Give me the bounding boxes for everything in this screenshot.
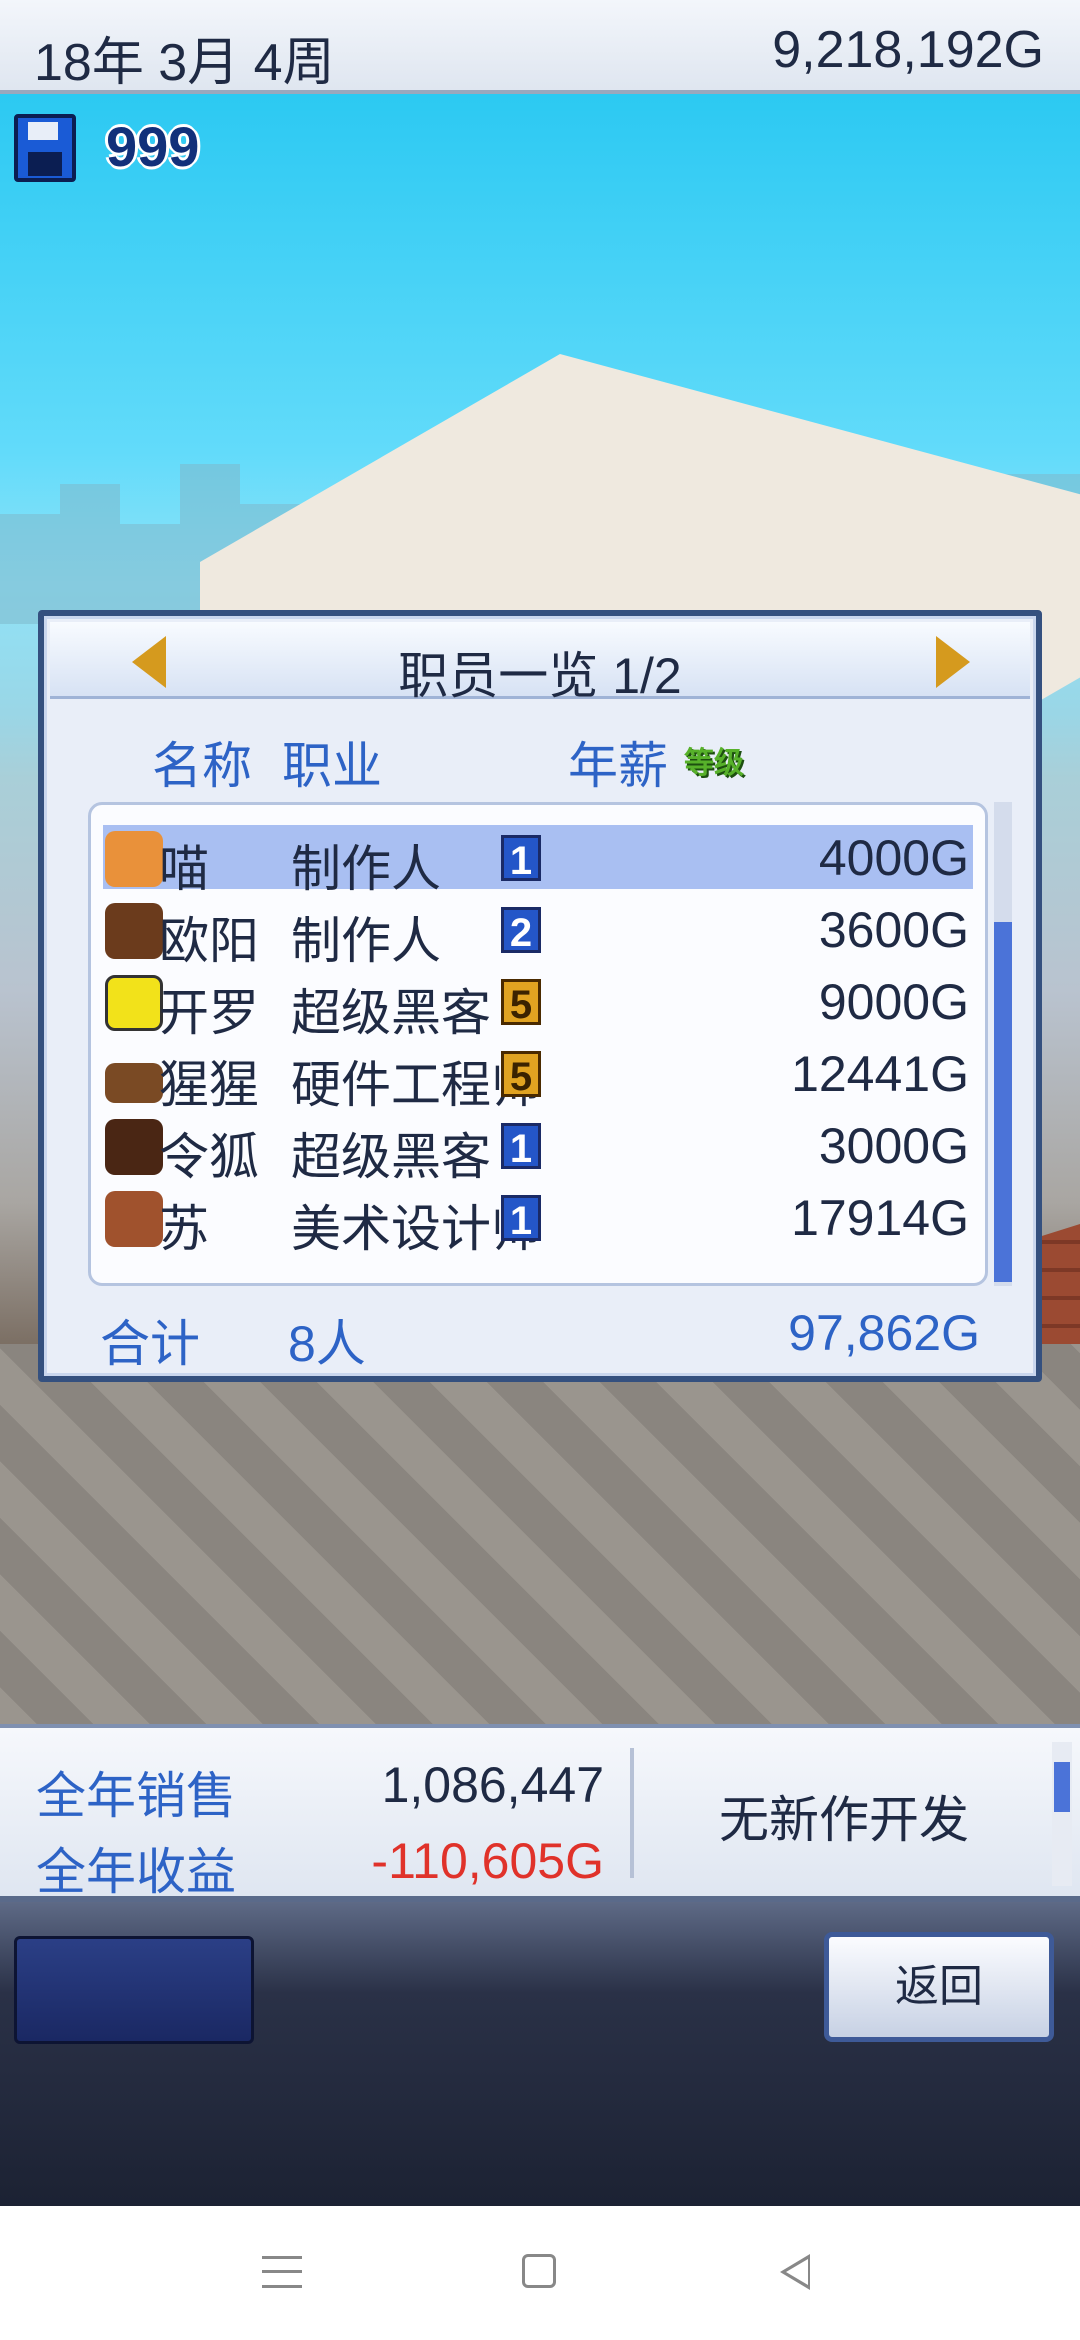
employee-level: 1 — [501, 1195, 541, 1243]
employee-row[interactable]: 开罗 超级黑客 5 9000G — [103, 969, 973, 1041]
save-count: 999 — [106, 115, 200, 178]
funds: 9,218,192G — [772, 21, 1044, 79]
employee-salary: 3000G — [818, 1118, 969, 1174]
bottom-command-bar: 返回 — [0, 1902, 1080, 2206]
employee-name: 开罗 — [159, 985, 259, 1041]
employee-list-panel: 职员一览 1/2 名称 职业 等级 年薪 喵 制作人 1 4000G 欧阳 制作… — [38, 610, 1042, 1382]
command-slot[interactable] — [14, 1936, 254, 2044]
system-navigation-bar — [0, 2206, 1080, 2340]
total-count: 8人 — [288, 1316, 366, 1372]
game-date: 18年 3月 4周 — [34, 34, 335, 92]
column-level: 等级 — [684, 747, 744, 780]
employee-level: 5 — [501, 979, 541, 1027]
man-avatar-icon — [105, 903, 163, 959]
employee-name: 喵 — [159, 841, 209, 897]
employee-row[interactable]: 欧阳 制作人 2 3600G — [103, 897, 973, 969]
home-icon[interactable] — [522, 2254, 556, 2288]
employee-name: 苏 — [159, 1201, 209, 1257]
annual-profit-value: -110,605G — [371, 1833, 604, 1889]
employee-name: 欧阳 — [159, 913, 259, 969]
employee-row[interactable]: 苏 美术设计师 1 17914G — [103, 1185, 973, 1257]
column-name: 名称 — [152, 738, 252, 794]
total-label: 合计 — [100, 1316, 200, 1372]
employee-level: 2 — [501, 907, 541, 955]
employee-job: 超级黑客 — [291, 1129, 491, 1185]
cat-avatar-icon — [105, 831, 163, 887]
employee-job: 制作人 — [291, 841, 441, 897]
employee-name: 令狐 — [159, 1129, 259, 1185]
employee-salary: 9000G — [818, 974, 969, 1030]
employee-list[interactable]: 喵 制作人 1 4000G 欧阳 制作人 2 3600G 开罗 超级黑客 5 9… — [88, 802, 988, 1286]
back-button[interactable]: 返回 — [824, 1932, 1054, 2042]
employee-salary: 12441G — [791, 1046, 969, 1102]
panel-header: 职员一览 1/2 — [50, 622, 1030, 704]
employee-row[interactable]: 猩猩 硬件工程师 5 12441G — [103, 1041, 973, 1113]
employee-salary: 17914G — [791, 1190, 969, 1246]
scrollbar-thumb[interactable] — [994, 922, 1012, 1282]
column-salary: 年薪 — [568, 738, 668, 794]
employee-job: 制作人 — [291, 913, 441, 969]
office-floor — [0, 1344, 1080, 1724]
next-page-arrow-icon[interactable] — [936, 636, 970, 688]
employee-level: 1 — [501, 835, 541, 883]
column-job: 职业 — [282, 738, 382, 794]
annual-sales-value: 1,086,447 — [381, 1757, 604, 1813]
woman-avatar-icon — [105, 1119, 163, 1175]
employee-level: 1 — [501, 1123, 541, 1171]
floppy-disk-icon — [14, 114, 76, 182]
employee-row[interactable]: 令狐 超级黑客 1 3000G — [103, 1113, 973, 1185]
panel-title: 职员一览 1/2 — [398, 648, 682, 704]
top-status-bar: 18年 3月 4周 9,218,192G — [0, 0, 1080, 94]
list-scrollbar[interactable] — [994, 802, 1012, 1286]
employee-row[interactable]: 喵 制作人 1 4000G — [103, 825, 973, 897]
yellow-box-avatar-icon — [105, 975, 163, 1031]
menu-icon[interactable] — [262, 2256, 302, 2288]
info-scrollbar[interactable] — [1052, 1742, 1072, 1886]
info-scrollbar-thumb[interactable] — [1054, 1762, 1070, 1812]
annual-info-bar: 全年销售 1,086,447 全年收益 -110,605G 无新作开发 — [0, 1724, 1080, 1902]
employee-salary: 3600G — [818, 902, 969, 958]
development-status: 无新作开发 — [719, 1792, 969, 1848]
employee-salary: 4000G — [818, 830, 969, 886]
employee-level: 5 — [501, 1051, 541, 1099]
back-icon[interactable] — [780, 2254, 810, 2290]
total-salary: 97,862G — [788, 1305, 980, 1361]
annual-profit-label: 全年收益 — [36, 1844, 236, 1900]
employee-name: 猩猩 — [159, 1057, 259, 1113]
girl-avatar-icon — [105, 1191, 163, 1247]
annual-sales-label: 全年销售 — [36, 1768, 236, 1824]
gorilla-avatar-icon — [105, 1063, 163, 1103]
employee-job: 超级黑客 — [291, 985, 491, 1041]
